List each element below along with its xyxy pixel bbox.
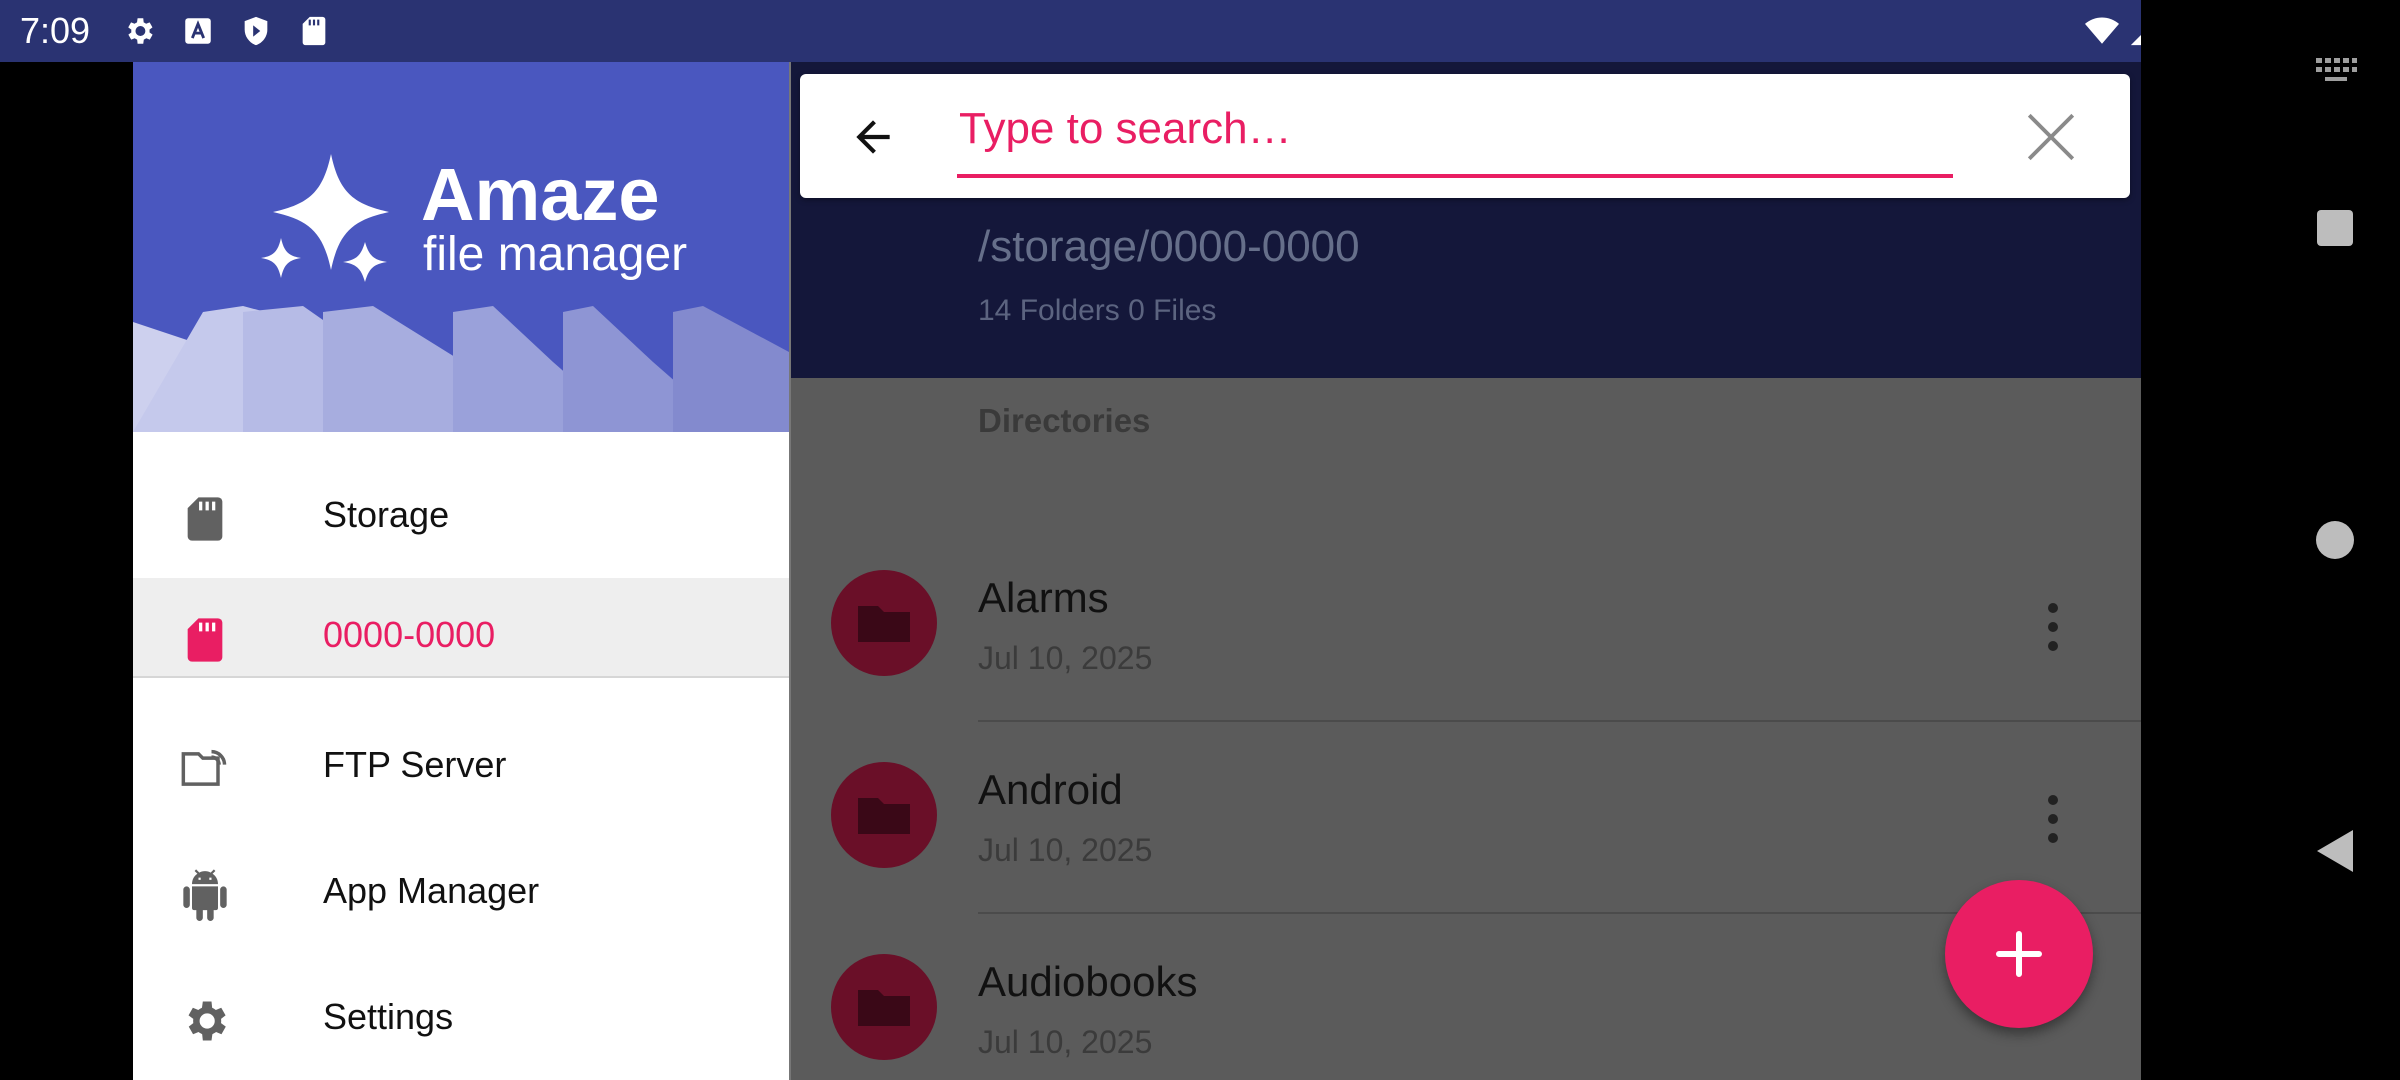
navigation-bar [2141, 0, 2400, 1080]
list-item[interactable]: Alarms Jul 10, 2025 [791, 530, 2141, 722]
drawer-item-ftp-server[interactable]: FTP Server [133, 702, 789, 828]
folder-name: Alarms [978, 574, 1109, 621]
close-icon[interactable] [2022, 108, 2080, 166]
current-path: /storage/0000-0000 [978, 222, 1360, 271]
search-bar [800, 74, 2130, 198]
shield-play-status-icon [244, 16, 268, 46]
drawer-item-label: 0000-0000 [323, 614, 496, 655]
search-input[interactable] [957, 98, 1953, 160]
font-status-icon [185, 18, 211, 44]
keyboard-icon[interactable] [2314, 56, 2358, 86]
recents-button[interactable] [2315, 208, 2355, 248]
drawer-item-label: App Manager [323, 870, 540, 911]
folder-file-count: 14 Folders 0 Files [978, 294, 1217, 327]
folder-icon [831, 570, 937, 676]
wifi-icon [2085, 17, 2119, 44]
folder-icon [831, 762, 937, 868]
more-options-icon[interactable] [2041, 792, 2065, 846]
logo-subtitle: file manager [423, 228, 688, 281]
navigation-drawer: Amaze file manager Storage 0000-0000 FTP… [133, 62, 789, 1080]
android-icon [183, 869, 227, 921]
folder-name: Android [978, 766, 1123, 813]
folder-date: Jul 10, 2025 [978, 640, 1153, 676]
file-list-panel: /storage/0000-0000 14 Folders 0 Files Di… [791, 62, 2141, 1080]
status-time: 7:09 [20, 10, 91, 51]
home-button[interactable] [2315, 520, 2355, 560]
sd-card-status-icon [302, 16, 326, 46]
add-fab-button[interactable] [1945, 880, 2093, 1028]
back-nav-button[interactable] [2315, 828, 2355, 874]
active-item-divider [133, 676, 789, 678]
settings-status-icon [128, 18, 153, 44]
ftp-folder-icon [181, 749, 227, 786]
folder-name: Audiobooks [978, 958, 1198, 1005]
drawer-item-label: FTP Server [323, 744, 507, 785]
drawer-item-label: Settings [323, 996, 454, 1037]
folder-date: Jul 10, 2025 [978, 1024, 1153, 1060]
drawer-header: Amaze file manager [133, 62, 789, 432]
section-title: Directories [978, 402, 1151, 439]
list-item[interactable]: Android Jul 10, 2025 [791, 722, 2141, 914]
sd-card-icon [187, 618, 223, 662]
drawer-item-settings[interactable]: Settings [133, 954, 789, 1080]
drawer-item-label: Storage [323, 494, 450, 535]
drawer-item-0000-0000[interactable]: 0000-0000 [133, 578, 789, 678]
search-underline [957, 174, 1953, 178]
more-options-icon[interactable] [2041, 600, 2065, 654]
logo-title: Amaze [421, 153, 660, 236]
drawer-item-app-manager[interactable]: App Manager [133, 828, 789, 954]
gear-icon [188, 1001, 226, 1041]
sd-card-icon [187, 497, 223, 541]
folder-icon [831, 954, 937, 1060]
plus-icon [1996, 931, 2042, 977]
drawer-item-storage[interactable]: Storage [133, 452, 789, 578]
folder-date: Jul 10, 2025 [978, 832, 1153, 868]
arrow-back-icon[interactable] [848, 112, 898, 162]
amaze-logo-icon [261, 154, 389, 282]
list-item[interactable]: Audiobooks Jul 10, 2025 [791, 914, 2141, 1080]
status-bar: 7:09 [0, 0, 2400, 62]
